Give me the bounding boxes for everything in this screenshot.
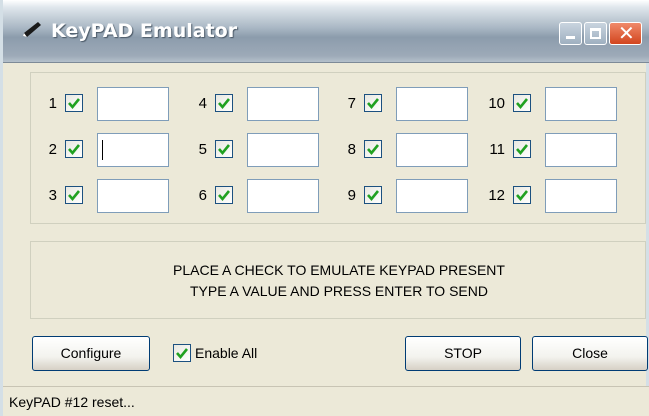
keypad-checkbox[interactable]	[215, 186, 233, 204]
keypad-checkbox[interactable]	[65, 140, 83, 158]
keypad-value-field[interactable]	[247, 133, 319, 167]
keypad-checkbox[interactable]	[364, 186, 382, 204]
keypad-value-field[interactable]	[545, 179, 617, 213]
keypad-checkbox[interactable]	[513, 140, 531, 158]
checkmark-icon	[68, 190, 81, 202]
checkmark-icon	[218, 98, 231, 110]
keypad-number: 8	[347, 141, 356, 158]
keypad-number: 3	[48, 187, 57, 204]
keypad-value-field[interactable]	[396, 87, 468, 121]
instructions-panel: PLACE A CHECK TO EMULATE KEYPAD PRESENT …	[30, 241, 646, 319]
checkmark-icon	[218, 144, 231, 156]
keypad-value-field[interactable]	[97, 133, 169, 167]
keypad-value-field[interactable]	[545, 133, 617, 167]
keypad-checkbox[interactable]	[364, 94, 382, 112]
pencil-icon	[23, 22, 41, 37]
keypad-checkbox[interactable]	[65, 94, 83, 112]
maximize-button[interactable]	[584, 22, 607, 45]
keypad-emulator-window: KeyPAD Emulator ✕ 1 2 3 4 5 6 7 8 9 10 1…	[0, 0, 649, 416]
keypad-checkbox[interactable]	[513, 186, 531, 204]
maximize-icon	[590, 28, 601, 39]
checkmark-icon	[516, 98, 529, 110]
keypad-number: 12	[488, 187, 505, 204]
keypad-number: 9	[347, 187, 356, 204]
instruction-line-2: TYPE A VALUE AND PRESS ENTER TO SEND	[190, 283, 488, 299]
enable-all-label: Enable All	[195, 345, 258, 361]
keypad-value-field[interactable]	[396, 179, 468, 213]
checkmark-icon	[367, 98, 380, 110]
close-icon: ✕	[618, 21, 635, 45]
title-bar[interactable]: KeyPAD Emulator ✕	[3, 0, 649, 63]
close-window-button[interactable]: ✕	[609, 22, 642, 45]
window-title: KeyPAD Emulator	[51, 20, 238, 42]
keypad-checkbox[interactable]	[215, 140, 233, 158]
checkmark-icon	[367, 144, 380, 156]
keypad-number: 5	[198, 141, 207, 158]
keypad-value-field[interactable]	[97, 87, 169, 121]
keypad-number: 10	[488, 95, 505, 112]
checkmark-icon	[68, 144, 81, 156]
keypad-group: 1 2 3 4 5 6 7 8 9 10 11 12	[30, 72, 646, 224]
keypad-checkbox[interactable]	[215, 94, 233, 112]
keypad-number: 4	[198, 95, 207, 112]
keypad-number: 6	[198, 187, 207, 204]
close-button[interactable]: Close	[532, 336, 648, 371]
minimize-icon	[566, 36, 575, 39]
checkmark-icon	[176, 348, 189, 360]
keypad-checkbox[interactable]	[513, 94, 531, 112]
keypad-value-field[interactable]	[396, 133, 468, 167]
checkmark-icon	[516, 144, 529, 156]
keypad-checkbox[interactable]	[364, 140, 382, 158]
keypad-checkbox[interactable]	[65, 186, 83, 204]
keypad-value-field[interactable]	[247, 179, 319, 213]
keypad-number: 11	[489, 141, 505, 158]
text-caret	[102, 140, 103, 160]
configure-button[interactable]: Configure	[32, 336, 150, 371]
checkmark-icon	[516, 190, 529, 202]
enable-all-box[interactable]	[173, 344, 191, 362]
minimize-button[interactable]	[559, 22, 582, 45]
keypad-value-field[interactable]	[545, 87, 617, 121]
instruction-line-1: PLACE A CHECK TO EMULATE KEYPAD PRESENT	[173, 262, 505, 278]
keypad-value-field[interactable]	[97, 179, 169, 213]
keypad-number: 1	[48, 95, 57, 112]
checkmark-icon	[367, 190, 380, 202]
keypad-number: 7	[347, 95, 356, 112]
keypad-number: 2	[48, 141, 57, 158]
checkmark-icon	[218, 190, 231, 202]
status-text: KeyPAD #12 reset...	[9, 394, 135, 410]
checkmark-icon	[68, 98, 81, 110]
status-bar: KeyPAD #12 reset...	[3, 386, 649, 416]
stop-button[interactable]: STOP	[405, 336, 521, 371]
keypad-value-field[interactable]	[247, 87, 319, 121]
